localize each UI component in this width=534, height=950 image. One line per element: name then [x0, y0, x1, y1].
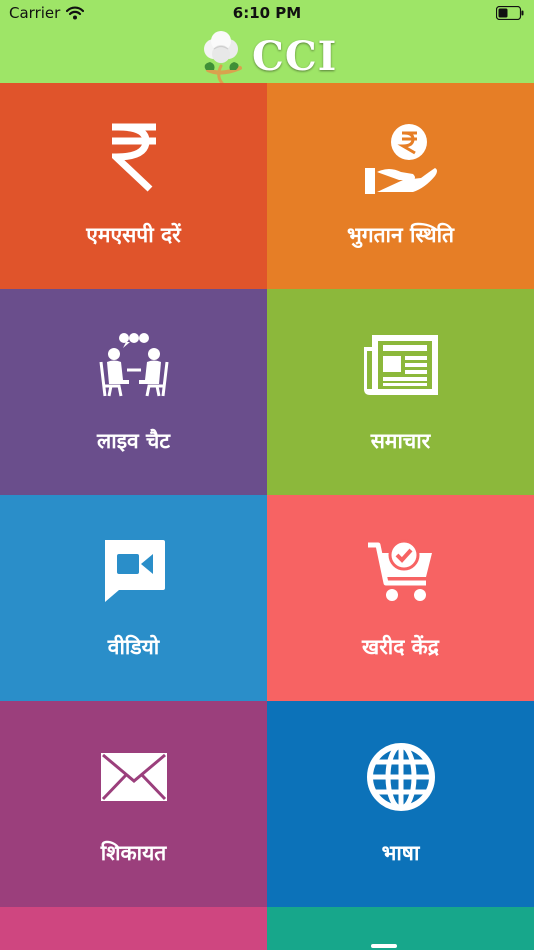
- tile-label: वीडियो: [107, 635, 160, 659]
- tile-payment-status[interactable]: भुगतान स्थिति: [267, 83, 534, 289]
- nav-bar: CCI: [0, 28, 534, 84]
- rupee-icon: [111, 123, 156, 192]
- tile-news[interactable]: समाचार: [267, 289, 534, 495]
- tile-label: भाषा: [381, 841, 420, 865]
- tile-complaint[interactable]: शिकायत: [0, 701, 267, 907]
- chat-people-icon: [99, 333, 168, 397]
- payment-hand-icon: [364, 124, 437, 194]
- battery-icon: [496, 6, 524, 20]
- brand: CCI: [196, 30, 337, 84]
- tile-live-chat[interactable]: लाइव चैट: [0, 289, 267, 495]
- tile-partial-right[interactable]: [267, 907, 534, 950]
- tile-label: एमएसपी दरें: [86, 223, 181, 247]
- app-title: CCI: [252, 33, 338, 80]
- video-camera-icon: [104, 540, 165, 602]
- menu-grid: एमएसपी दरें भुगतान स्थिति लाइव चैट समाचा…: [0, 83, 534, 950]
- partial-icon-top: [371, 944, 397, 948]
- cotton-plant-icon: [204, 31, 242, 84]
- status-bar: Carrier 6:10 PM: [0, 0, 534, 28]
- tile-purchase-centre[interactable]: खरीद केंद्र: [267, 495, 534, 701]
- tile-label: खरीद केंद्र: [362, 635, 439, 659]
- tile-video[interactable]: वीडियो: [0, 495, 267, 701]
- envelope-icon: [100, 753, 167, 801]
- tile-partial-left[interactable]: [0, 907, 267, 950]
- tile-label: शिकायत: [100, 841, 167, 865]
- globe-icon: [366, 743, 435, 811]
- tile-label: लाइव चैट: [97, 429, 170, 453]
- tile-label: भुगतान स्थिति: [347, 223, 454, 247]
- tile-label: समाचार: [370, 429, 431, 453]
- tile-language[interactable]: भाषा: [267, 701, 534, 907]
- tile-msp-rates[interactable]: एमएसपी दरें: [0, 83, 267, 289]
- status-time: 6:10 PM: [232, 4, 302, 22]
- cart-check-icon: [367, 539, 432, 601]
- newspaper-icon: [363, 335, 438, 395]
